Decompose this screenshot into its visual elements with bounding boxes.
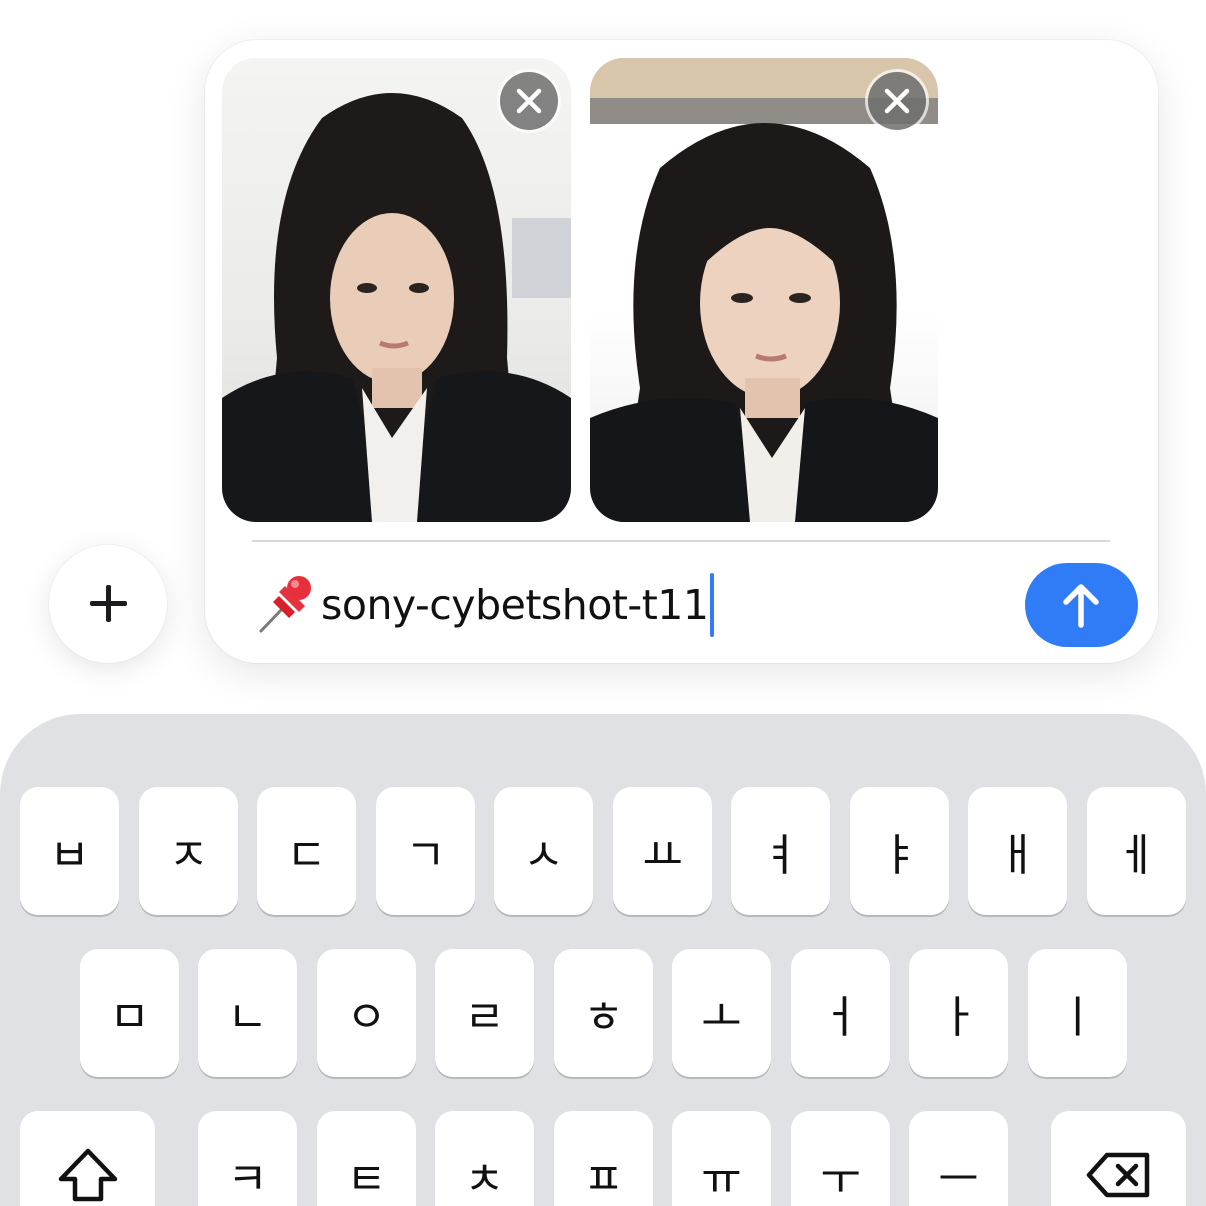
- key[interactable]: ㅔ: [1087, 787, 1186, 915]
- key[interactable]: ㅓ: [791, 949, 890, 1077]
- text-cursor: [710, 573, 715, 637]
- key[interactable]: ㅋ: [198, 1111, 297, 1206]
- key[interactable]: ㅜ: [791, 1111, 890, 1206]
- key[interactable]: ㅇ: [317, 949, 416, 1077]
- key[interactable]: ㅍ: [554, 1111, 653, 1206]
- backspace-icon: [1086, 1152, 1149, 1198]
- key[interactable]: ㅑ: [850, 787, 949, 915]
- send-button[interactable]: [1025, 563, 1138, 647]
- key[interactable]: ㅕ: [731, 787, 830, 915]
- key[interactable]: ㅅ: [494, 787, 593, 915]
- key[interactable]: ㅐ: [968, 787, 1067, 915]
- pushpin-icon: [255, 574, 317, 636]
- close-icon: [884, 88, 910, 114]
- compose-divider: [252, 540, 1110, 542]
- close-icon: [516, 88, 542, 114]
- key[interactable]: ㅣ: [1028, 949, 1127, 1077]
- key[interactable]: ㅊ: [435, 1111, 534, 1206]
- remove-photo-1-button[interactable]: [500, 72, 558, 130]
- key[interactable]: ㅛ: [613, 787, 712, 915]
- backspace-key[interactable]: [1051, 1111, 1186, 1206]
- shift-key[interactable]: [20, 1111, 155, 1206]
- key[interactable]: ㅌ: [317, 1111, 416, 1206]
- key[interactable]: ㄱ: [376, 787, 475, 915]
- korean-keyboard: ㅂ ㅈ ㄷ ㄱ ㅅ ㅛ ㅕ ㅑ ㅐ ㅔ ㅁ ㄴ ㅇ ㄹ ㅎ ㅗ ㅓ ㅏ ㅣ ㅋ …: [0, 714, 1206, 1206]
- key[interactable]: ㅈ: [139, 787, 238, 915]
- remove-photo-2-button[interactable]: [868, 72, 926, 130]
- compose-box: sony-cybetshot-t11: [205, 40, 1158, 663]
- key[interactable]: ㅡ: [909, 1111, 1008, 1206]
- key[interactable]: ㄷ: [257, 787, 356, 915]
- key[interactable]: ㄴ: [198, 949, 297, 1077]
- key[interactable]: ㅁ: [80, 949, 179, 1077]
- key[interactable]: ㅎ: [554, 949, 653, 1077]
- message-text: sony-cybetshot-t11: [321, 581, 709, 629]
- shift-icon: [58, 1148, 117, 1202]
- message-input[interactable]: sony-cybetshot-t11: [255, 570, 715, 640]
- key[interactable]: ㅗ: [672, 949, 771, 1077]
- key[interactable]: ㅏ: [909, 949, 1008, 1077]
- key[interactable]: ㄹ: [435, 949, 534, 1077]
- key[interactable]: ㅠ: [672, 1111, 771, 1206]
- add-attachment-button[interactable]: [49, 545, 167, 663]
- key[interactable]: ㅂ: [20, 787, 119, 915]
- arrow-up-icon: [1063, 584, 1099, 628]
